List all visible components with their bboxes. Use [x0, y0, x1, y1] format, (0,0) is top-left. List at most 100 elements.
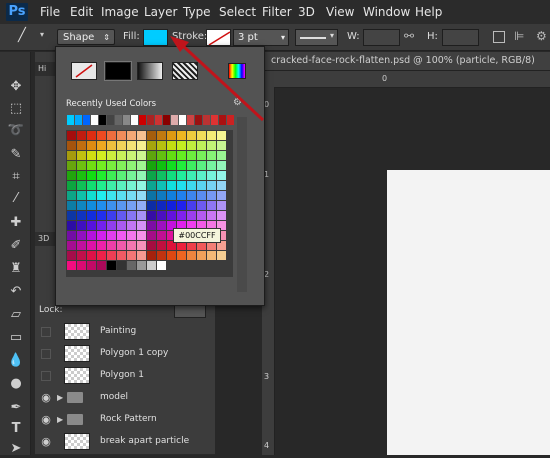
color-swatch[interactable]	[67, 191, 76, 200]
pen-tool-icon[interactable]: ✒	[7, 399, 25, 417]
eyedropper-icon[interactable]: ⁄	[7, 190, 25, 208]
path-alignment-icon[interactable]: ⊫	[514, 29, 524, 43]
color-swatch[interactable]	[97, 181, 106, 190]
color-swatch[interactable]	[67, 141, 76, 150]
color-swatch[interactable]	[157, 141, 166, 150]
color-swatch[interactable]	[137, 211, 146, 220]
menu-view[interactable]: View	[326, 5, 354, 19]
visibility-toggle[interactable]	[41, 349, 51, 359]
color-swatch[interactable]	[127, 161, 136, 170]
color-swatch[interactable]	[187, 211, 196, 220]
color-swatch[interactable]	[177, 201, 186, 210]
color-swatch[interactable]	[177, 211, 186, 220]
color-swatch[interactable]	[107, 231, 116, 240]
color-swatch[interactable]	[137, 151, 146, 160]
color-swatch[interactable]	[147, 241, 156, 250]
color-swatch[interactable]	[87, 261, 96, 270]
color-swatch[interactable]	[207, 181, 216, 190]
color-swatch[interactable]	[167, 191, 176, 200]
color-swatch[interactable]	[157, 261, 166, 270]
color-swatch[interactable]	[87, 241, 96, 250]
color-swatch[interactable]	[127, 261, 136, 270]
height-field[interactable]	[442, 29, 479, 46]
color-swatch[interactable]	[137, 161, 146, 170]
color-swatch[interactable]	[137, 171, 146, 180]
recent-color-swatch[interactable]	[219, 115, 226, 125]
color-swatch[interactable]	[177, 141, 186, 150]
color-swatch[interactable]	[67, 161, 76, 170]
color-swatch[interactable]	[167, 181, 176, 190]
popup-scrollbar[interactable]	[237, 117, 247, 292]
color-swatch[interactable]	[117, 201, 126, 210]
color-swatch[interactable]	[177, 191, 186, 200]
color-swatch[interactable]	[117, 191, 126, 200]
color-swatch[interactable]	[117, 171, 126, 180]
move-tool-icon[interactable]: ✥	[7, 78, 25, 96]
color-swatch[interactable]	[137, 201, 146, 210]
clone-stamp-icon[interactable]: ♜	[7, 260, 25, 278]
color-swatch[interactable]	[187, 151, 196, 160]
color-swatch[interactable]	[137, 131, 146, 140]
recent-color-swatch[interactable]	[67, 115, 74, 125]
color-swatch[interactable]	[197, 171, 206, 180]
healing-brush-icon[interactable]: ✚	[7, 214, 25, 232]
color-swatch[interactable]	[197, 131, 206, 140]
eraser-icon[interactable]: ▱	[7, 306, 25, 324]
color-swatch[interactable]	[167, 171, 176, 180]
color-swatch[interactable]	[107, 241, 116, 250]
recent-color-swatch[interactable]	[107, 115, 114, 125]
color-swatch[interactable]	[127, 181, 136, 190]
color-swatch[interactable]	[77, 161, 86, 170]
caret-right-icon[interactable]: ▶	[57, 393, 63, 402]
color-swatch[interactable]	[147, 151, 156, 160]
visibility-toggle[interactable]	[41, 371, 51, 381]
color-swatch[interactable]	[157, 241, 166, 250]
color-swatch[interactable]	[147, 221, 156, 230]
menu-layer[interactable]: Layer	[144, 5, 177, 19]
color-swatch[interactable]	[147, 201, 156, 210]
color-swatch[interactable]	[177, 181, 186, 190]
recent-color-swatch[interactable]	[83, 115, 90, 125]
menu-filter[interactable]: Filter	[262, 5, 292, 19]
color-swatch[interactable]	[107, 141, 116, 150]
recent-color-swatch[interactable]	[75, 115, 82, 125]
color-swatch[interactable]	[147, 171, 156, 180]
recent-color-swatch[interactable]	[123, 115, 130, 125]
marquee-tool-icon[interactable]: ⬚	[7, 100, 25, 118]
recent-color-swatch[interactable]	[115, 115, 122, 125]
color-swatch[interactable]	[107, 211, 116, 220]
color-swatch[interactable]	[127, 191, 136, 200]
color-swatch[interactable]	[217, 171, 226, 180]
recent-color-swatch[interactable]	[187, 115, 194, 125]
color-swatch[interactable]	[97, 221, 106, 230]
color-swatch[interactable]	[147, 231, 156, 240]
color-swatch[interactable]	[117, 261, 126, 270]
color-swatch[interactable]	[87, 141, 96, 150]
color-swatch[interactable]	[187, 141, 196, 150]
recent-color-swatch[interactable]	[211, 115, 218, 125]
stroke-color-swatch[interactable]	[206, 29, 231, 46]
color-swatch[interactable]	[147, 251, 156, 260]
color-swatch[interactable]	[177, 251, 186, 260]
color-swatch[interactable]	[187, 181, 196, 190]
stroke-width-field[interactable]: 3 pt ▾	[233, 29, 289, 46]
color-swatch[interactable]	[127, 211, 136, 220]
recent-color-swatch[interactable]	[131, 115, 138, 125]
color-swatch[interactable]	[67, 151, 76, 160]
color-swatch[interactable]	[217, 151, 226, 160]
recent-color-swatch[interactable]	[195, 115, 202, 125]
color-swatch[interactable]	[157, 221, 166, 230]
color-swatch[interactable]	[77, 261, 86, 270]
color-swatch[interactable]	[207, 171, 216, 180]
color-swatch[interactable]	[97, 151, 106, 160]
menu-file[interactable]: File	[40, 5, 60, 19]
line-tool-preset-icon[interactable]: ╱	[18, 28, 26, 43]
color-swatch[interactable]	[207, 191, 216, 200]
color-swatch[interactable]	[147, 141, 156, 150]
color-swatch[interactable]	[127, 131, 136, 140]
color-swatch[interactable]	[217, 131, 226, 140]
blur-tool-icon[interactable]: 💧	[7, 352, 25, 370]
color-swatch[interactable]	[177, 161, 186, 170]
color-swatch[interactable]	[117, 181, 126, 190]
color-swatch[interactable]	[117, 251, 126, 260]
